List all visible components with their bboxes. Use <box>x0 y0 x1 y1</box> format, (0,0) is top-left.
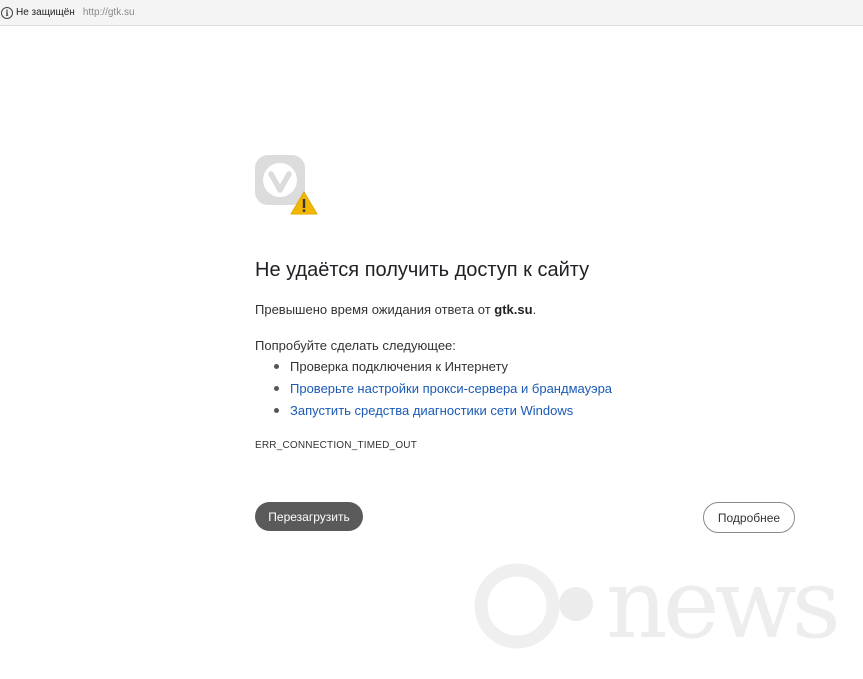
cnews-watermark: news <box>474 560 842 650</box>
suggestion-item: Запустить средства диагностики сети Wind… <box>255 402 612 424</box>
error-heading: Не удаётся получить доступ к сайту <box>255 259 590 281</box>
network-diagnostics-link[interactable]: Запустить средства диагностики сети Wind… <box>290 403 573 418</box>
browser-logo <box>255 155 319 217</box>
suggestions-list: Проверка подключения к Интернету Проверь… <box>255 358 612 424</box>
proxy-firewall-link[interactable]: Проверьте настройки прокси-сервера и бра… <box>290 381 612 396</box>
reload-button[interactable]: Перезагрузить <box>255 502 363 531</box>
info-icon[interactable]: i <box>1 6 13 19</box>
bullet-icon <box>274 408 279 413</box>
suggestion-item: Проверка подключения к Интернету <box>255 358 612 380</box>
bullet-icon <box>274 386 279 391</box>
security-label[interactable]: Не защищён <box>16 7 75 18</box>
error-description: Превышено время ожидания ответа от gtk.s… <box>255 302 536 317</box>
details-button[interactable]: Подробнее <box>703 502 795 533</box>
url-text[interactable]: http://gtk.su <box>83 7 135 18</box>
warning-triangle-icon <box>290 191 318 215</box>
suggestion-item: Проверьте настройки прокси-сервера и бра… <box>255 380 612 402</box>
bullet-icon <box>274 364 279 369</box>
address-bar[interactable]: i Не защищён http://gtk.su <box>0 0 863 26</box>
suggestions-title: Попробуйте сделать следующее: <box>255 338 456 353</box>
error-domain: gtk.su <box>494 302 533 317</box>
description-end: . <box>532 302 537 317</box>
description-text: Превышено время ожидания ответа от <box>255 302 495 317</box>
suggestion-check-connection: Проверка подключения к Интернету <box>290 359 509 374</box>
error-code: ERR_CONNECTION_TIMED_OUT <box>255 440 418 451</box>
watermark-text: news <box>606 560 837 650</box>
